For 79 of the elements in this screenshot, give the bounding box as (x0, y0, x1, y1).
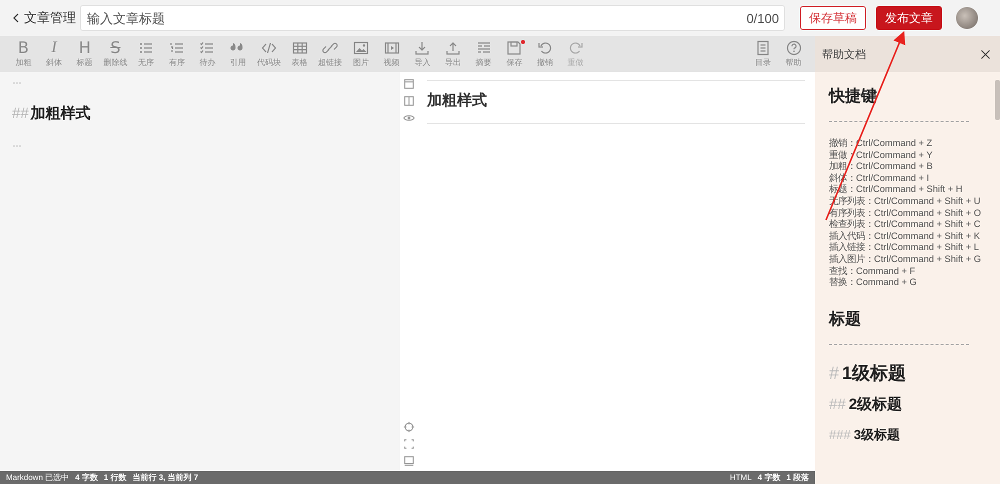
link-icon (322, 40, 338, 56)
fullscreen-icon (403, 438, 415, 450)
redo-icon (568, 40, 584, 56)
toolbar-button[interactable]: 代码块 (254, 37, 284, 71)
split-view-icon (403, 95, 415, 107)
status-text: 1 行数 (104, 472, 126, 483)
example-heading: 1级标题 (842, 362, 906, 383)
target-icon (403, 421, 415, 433)
status-text: 当前行 3, 当前列 7 (132, 472, 198, 483)
toolbar-button[interactable]: H 标题 (69, 37, 100, 71)
heading-marker: ## (829, 396, 846, 413)
heading-marker: ### (829, 426, 851, 442)
toolbar-button[interactable]: I 斜体 (38, 37, 70, 71)
toolbar-button[interactable]: 导入 (406, 37, 438, 71)
shortcut-text: 查找：Command + F (829, 266, 916, 277)
toolbar-button[interactable]: 目录 (748, 37, 778, 71)
image-icon (352, 40, 369, 56)
toolbar-button[interactable]: 超链接 (314, 37, 346, 71)
status-text: 4 字数 (75, 472, 98, 483)
download-icon (414, 40, 430, 56)
back-icon (12, 12, 20, 24)
toolbar-button[interactable]: 撤销 (530, 37, 560, 71)
bullet-list-icon (138, 40, 154, 56)
status-text: 1 段落 (786, 472, 809, 483)
heading-marker: # (829, 362, 840, 383)
example-heading: 2级标题 (848, 396, 902, 413)
video-icon (384, 40, 400, 56)
heading-icon: H (78, 40, 91, 56)
panel-title: 帮助文档 (822, 48, 866, 62)
bold-icon: B (18, 40, 29, 56)
heading-marker: ## (12, 105, 29, 122)
status-text: HTML (730, 473, 752, 482)
shortcut-text: 替换：Command + G (829, 277, 918, 289)
section-title: 快捷键 (829, 86, 878, 107)
toolbar-button[interactable]: 表格 (284, 37, 315, 71)
back-label: 文章管理 (24, 9, 76, 27)
toolbar-button[interactable]: 导出 (438, 37, 468, 71)
editor-heading: 加粗样式 (30, 105, 91, 122)
undo-icon (537, 40, 554, 56)
status-text: 4 字数 (758, 472, 780, 483)
table-icon (292, 40, 308, 56)
toolbar-button[interactable]: 引用 (222, 37, 254, 71)
toolbar-button[interactable]: 帮助 (778, 37, 809, 71)
publish-button[interactable]: 发布文章 (876, 6, 942, 30)
strikethrough-icon: S (110, 40, 120, 56)
shortcut-text: 加粗：Ctrl/Command + B (829, 161, 934, 173)
toolbar-button[interactable]: 有序 (161, 37, 192, 71)
shortcut-text: 检查列表：Ctrl/Command + Shift + C (829, 219, 982, 231)
back-link[interactable]: 文章管理 (12, 9, 80, 27)
toolbar-button[interactable]: 摘要 (468, 37, 499, 71)
window-icon (403, 78, 415, 90)
shortcut-text: 插入代码：Ctrl/Command + Shift + K (829, 230, 981, 242)
preview-heading: 加粗样式 (427, 81, 805, 124)
character-counter: 0/100 (746, 11, 779, 26)
status-text: Markdown 已选中 (6, 472, 70, 483)
shortcut-text: 插入链接：Ctrl/Command + Shift + L (829, 242, 980, 254)
shortcut-text: 有序列表：Ctrl/Command + Shift + O (829, 208, 982, 219)
avatar[interactable] (956, 7, 978, 29)
italic-icon: I (51, 40, 57, 56)
toolbar-button[interactable]: 视频 (376, 37, 407, 71)
toolbar-button[interactable]: 无序 (130, 37, 162, 71)
close-button[interactable] (979, 48, 992, 60)
code-icon (260, 40, 277, 56)
close-icon (979, 48, 992, 60)
toolbar-button[interactable]: 保存 (499, 37, 530, 71)
help-icon (786, 40, 802, 56)
scrollbar[interactable] (995, 80, 1000, 120)
upload-icon (444, 40, 461, 56)
checklist-icon (199, 40, 216, 56)
toolbar-button[interactable]: 图片 (346, 37, 376, 71)
save-draft-button[interactable]: 保存草稿 (800, 6, 866, 30)
toolbar-button[interactable]: S 删除线 (100, 37, 131, 71)
example-heading: 3级标题 (854, 426, 900, 442)
toolbar-button[interactable]: B 加粗 (8, 37, 39, 71)
shortcut-text: 插入图片：Ctrl/Command + Shift + G (829, 254, 982, 266)
toolbar-button[interactable]: 待办 (192, 37, 223, 71)
document-icon (754, 40, 771, 56)
section-title: 标题 (829, 310, 862, 330)
monitor-icon (403, 455, 415, 467)
